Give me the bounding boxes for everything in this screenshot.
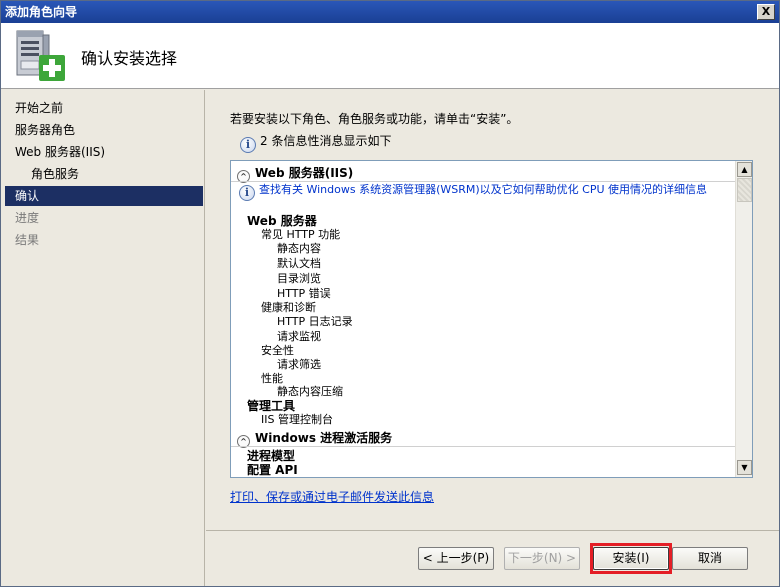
page-title: 确认安装选择: [81, 49, 178, 68]
nav-item-server-roles[interactable]: 服务器角色: [5, 120, 203, 140]
scroll-down-button[interactable]: ▼: [737, 460, 752, 475]
cancel-button[interactable]: 取消: [672, 547, 748, 570]
section-header-was[interactable]: ^ Windows 进程激活服务: [237, 430, 393, 448]
close-icon: X: [761, 5, 771, 18]
list-item: 请求监视: [277, 330, 321, 343]
nav-item-confirm[interactable]: 确认: [5, 186, 203, 206]
wizard-window: 添加角色向导 X 确认安装选择 开始之前 服务器角色 Web 服务器(IIS) …: [0, 0, 780, 587]
list-item: 静态内容: [277, 242, 321, 255]
section-title: Web 服务器(IIS): [255, 166, 354, 180]
arrow-down-icon: ▼: [741, 463, 748, 472]
list-item: 进程模型: [247, 449, 296, 463]
list-item: 健康和诊断: [261, 301, 316, 314]
section-header-web-server[interactable]: ^ Web 服务器(IIS): [237, 165, 354, 183]
nav-item-before-you-begin[interactable]: 开始之前: [5, 98, 203, 118]
info-icon: i: [240, 137, 256, 153]
section-title: Windows 进程激活服务: [255, 431, 393, 445]
list-item: 请求筛选: [277, 358, 321, 371]
section-divider: [231, 446, 736, 447]
list-item: IIS 管理控制台: [261, 413, 333, 426]
print-save-email-link[interactable]: 打印、保存或通过电子邮件发送此信息: [230, 488, 434, 505]
nav-item-role-services[interactable]: 角色服务: [5, 164, 203, 184]
list-item: HTTP 错误: [277, 287, 331, 300]
wizard-header: 确认安装选择: [1, 23, 779, 89]
scroll-thumb[interactable]: [737, 178, 752, 202]
list-item: Web 服务器: [247, 214, 317, 228]
install-highlight-box: [590, 543, 672, 574]
wizard-content: 若要安装以下角色、角色服务或功能，请单击“安装”。 i2 条信息性消息显示如下 …: [206, 90, 779, 530]
section-divider: [231, 181, 736, 182]
list-item: 目录浏览: [277, 272, 321, 285]
selection-list[interactable]: ^ Web 服务器(IIS) i 查找有关 Windows 系统资源管理器(WSR…: [230, 160, 753, 478]
list-item: 默认文档: [277, 257, 321, 270]
list-item: 静态内容压缩: [277, 385, 343, 398]
next-button: 下一步(N) >: [504, 547, 580, 570]
selection-list-content: ^ Web 服务器(IIS) i 查找有关 Windows 系统资源管理器(WSR…: [231, 161, 736, 477]
vertical-scrollbar[interactable]: ▲ ▼: [735, 161, 752, 477]
nav-item-progress: 进度: [15, 211, 40, 225]
arrow-up-icon: ▲: [741, 165, 748, 174]
info-icon: i: [239, 185, 255, 201]
title-bar: 添加角色向导 X: [1, 1, 779, 23]
wizard-nav: 开始之前 服务器角色 Web 服务器(IIS) 角色服务 确认 进度 结果: [1, 90, 205, 586]
instruction-text: 若要安装以下角色、角色服务或功能，请单击“安装”。: [230, 112, 519, 126]
info-summary-text: 2 条信息性消息显示如下: [260, 134, 392, 148]
nav-item-web-server[interactable]: Web 服务器(IIS): [5, 142, 203, 162]
list-item: 常见 HTTP 功能: [261, 228, 341, 241]
previous-button[interactable]: < 上一步(P): [418, 547, 494, 570]
server-add-icon: [16, 30, 65, 81]
list-item: 安全性: [261, 344, 294, 357]
close-button[interactable]: X: [757, 4, 775, 20]
wsrm-info-link[interactable]: 查找有关 Windows 系统资源管理器(WSRM)以及它如何帮助优化 CPU …: [259, 183, 739, 197]
window-title: 添加角色向导: [5, 5, 78, 19]
info-summary: i 2 条信息性消息显示如下: [240, 132, 392, 153]
list-item: 性能: [261, 372, 283, 385]
list-item: HTTP 日志记录: [277, 315, 353, 328]
wizard-footer: < 上一步(P) 下一步(N) > 安装(I) 取消: [206, 530, 779, 586]
scroll-up-button[interactable]: ▲: [737, 162, 752, 177]
list-item: 配置 API: [247, 463, 298, 477]
list-item: 管理工具: [247, 399, 296, 413]
nav-item-results: 结果: [15, 233, 40, 247]
